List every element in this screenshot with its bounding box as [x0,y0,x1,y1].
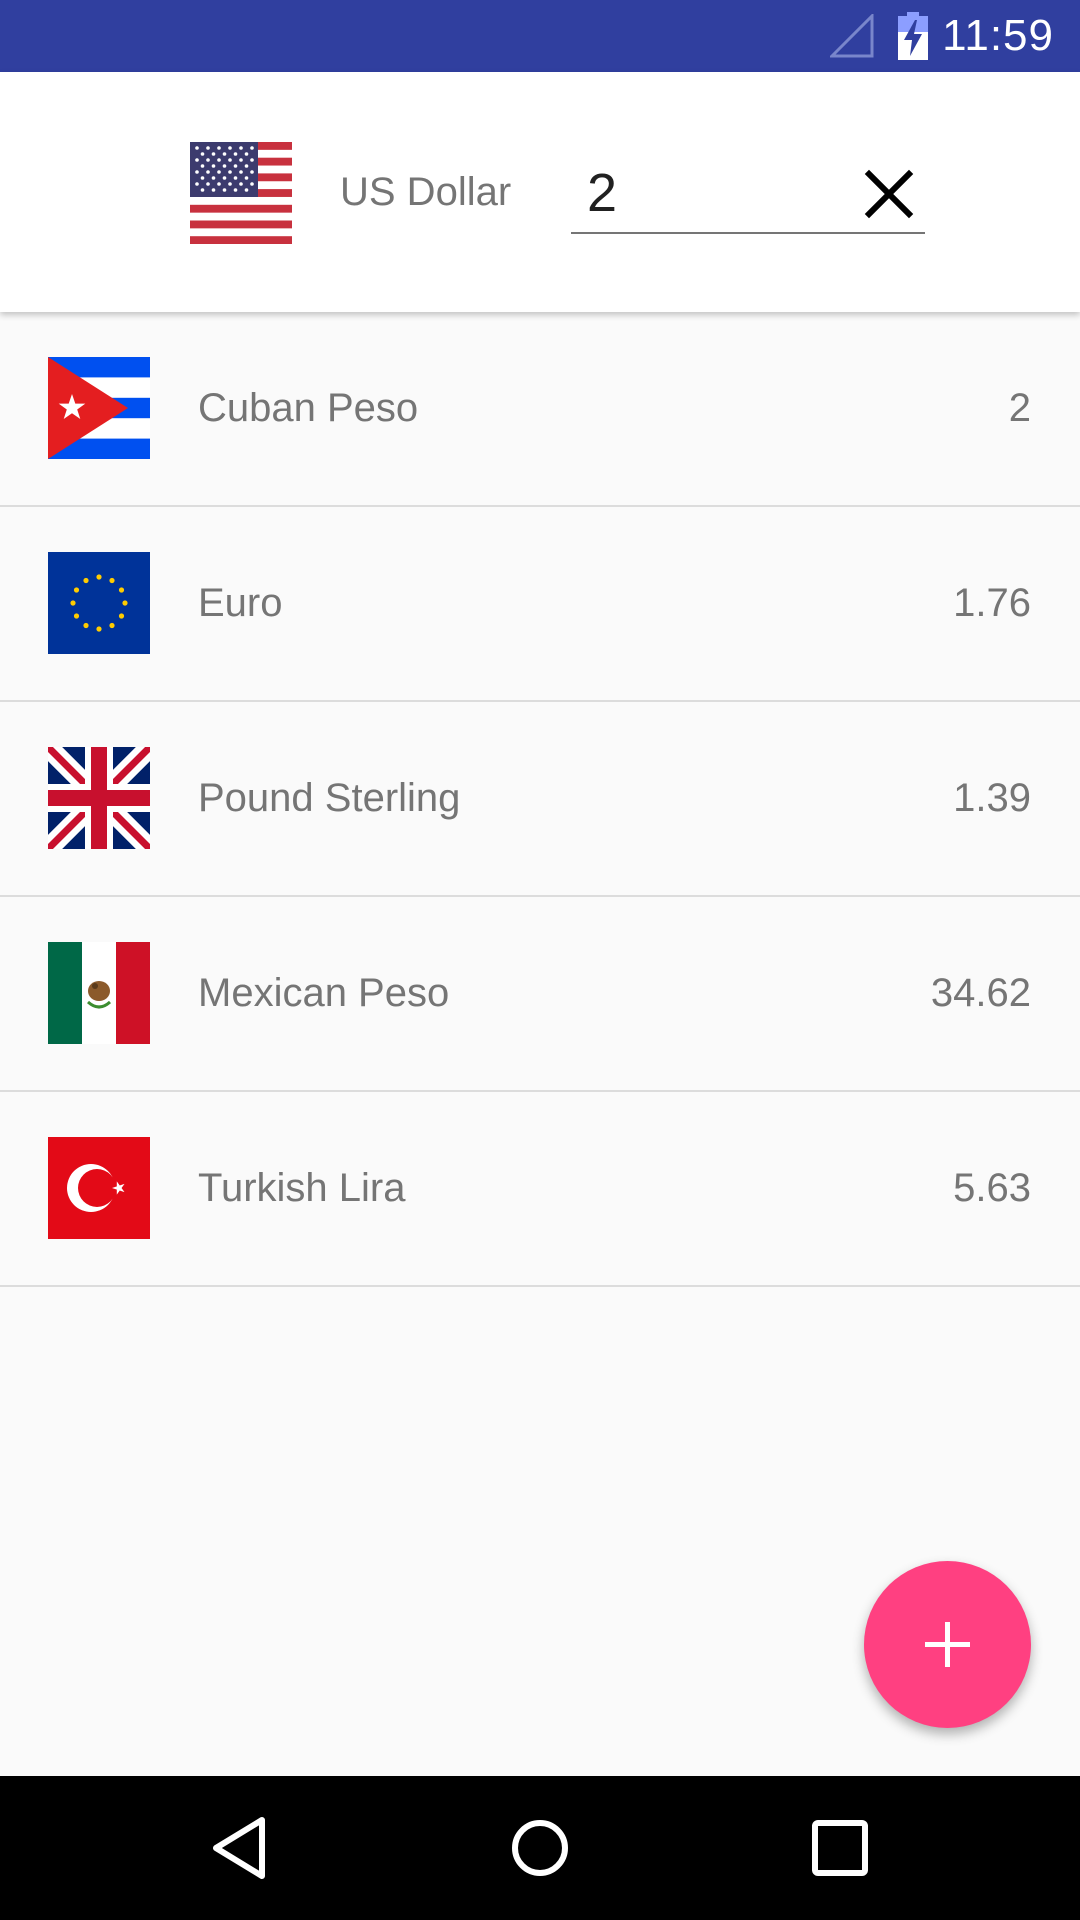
list-item-mexican-peso[interactable]: Mexican Peso 34.62 [0,897,1080,1092]
currency-value: 5.63 [953,1166,1031,1210]
currency-value: 1.76 [953,581,1031,625]
back-icon[interactable] [196,1804,284,1892]
currency-value: 1.39 [953,776,1031,820]
battery-charging-icon [898,12,928,60]
recents-icon[interactable] [796,1804,884,1892]
currency-name: Mexican Peso [198,971,450,1015]
turkey-flag-icon [48,1137,150,1239]
eu-flag-icon [48,552,150,654]
cuba-flag-icon [48,357,150,459]
list-item-cuban-peso[interactable]: Cuban Peso 2 [0,312,1080,507]
status-clock: 11:59 [942,11,1054,60]
list-item-pound-sterling[interactable]: Pound Sterling 1.39 [0,702,1080,897]
base-currency-name: US Dollar [340,170,512,214]
currency-value: 2 [1008,386,1031,430]
list-item-euro[interactable]: Euro 1.76 [0,507,1080,702]
currency-list: Cuban Peso 2 Euro 1.76 Pound Sterling 1.… [0,312,1080,1287]
signal-icon [830,14,874,58]
close-icon[interactable] [861,166,917,222]
plus-icon [925,1622,970,1667]
mexico-flag-icon [48,942,150,1044]
list-item-turkish-lira[interactable]: Turkish Lira 5.63 [0,1092,1080,1287]
uk-flag-icon [48,747,150,849]
currency-value: 34.62 [930,971,1031,1015]
home-icon[interactable] [496,1804,584,1892]
amount-field[interactable] [571,158,925,234]
status-bar: 11:59 [0,0,1080,72]
base-currency-header: US Dollar [0,72,1080,312]
currency-name: Pound Sterling [198,776,461,820]
currency-name: Cuban Peso [198,386,419,430]
currency-name: Euro [198,581,283,625]
navigation-bar [0,1776,1080,1920]
amount-input[interactable] [587,158,847,228]
us-flag-icon [190,142,292,244]
add-currency-button[interactable] [864,1561,1031,1728]
currency-name: Turkish Lira [198,1166,406,1210]
